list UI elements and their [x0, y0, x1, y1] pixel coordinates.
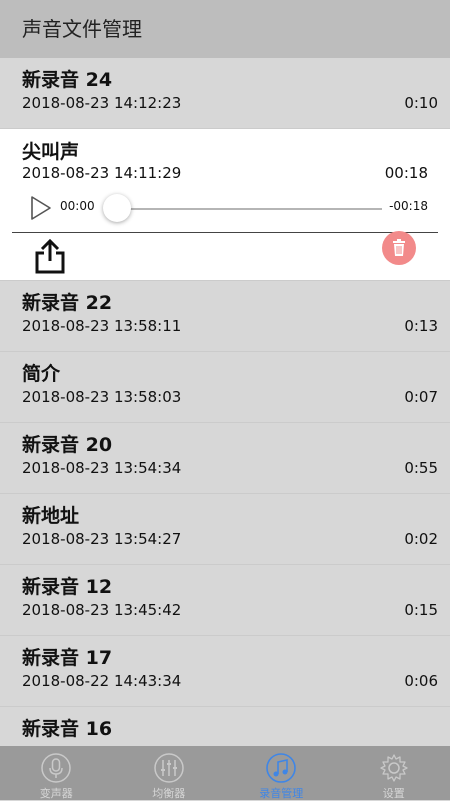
recording-duration: 0:15 [404, 601, 438, 619]
recording-name: 尖叫声 [22, 137, 79, 164]
list-item[interactable]: 简介 2018-08-23 13:58:03 0:07 [0, 352, 450, 423]
divider [12, 232, 438, 233]
microphone-icon [40, 752, 72, 784]
gear-icon [378, 752, 410, 784]
tab-label: 录音管理 [225, 785, 338, 801]
current-time: 00:00 [60, 199, 95, 213]
list-item[interactable]: 新录音 24 2018-08-23 14:12:23 0:10 [0, 58, 450, 129]
recording-date: 2018-08-23 14:11:29 [22, 164, 181, 182]
page-title: 声音文件管理 [0, 0, 450, 58]
list-item[interactable]: 新录音 12 2018-08-23 13:45:42 0:15 [0, 565, 450, 636]
share-icon[interactable] [33, 239, 67, 275]
recording-duration: 0:55 [404, 459, 438, 477]
recording-date: 2018-08-23 13:54:34 [22, 459, 181, 477]
delete-button[interactable] [382, 231, 416, 265]
equalizer-icon [153, 752, 185, 784]
remaining-time: -00:18 [389, 199, 428, 213]
recording-name: 新录音 24 [22, 65, 112, 92]
recording-name: 简介 [22, 359, 60, 386]
recording-name: 新录音 22 [22, 288, 112, 315]
recording-name: 新录音 20 [22, 430, 112, 457]
recording-date: 2018-08-23 13:45:42 [22, 601, 181, 619]
progress-track[interactable] [118, 208, 382, 210]
tab-settings[interactable]: 设置 [338, 746, 450, 800]
tab-bar: 变声器 均衡器 录音管理 设置 [0, 746, 450, 800]
tab-label: 变声器 [0, 785, 113, 801]
list-item[interactable]: 新录音 20 2018-08-23 13:54:34 0:55 [0, 423, 450, 494]
recording-date: 2018-08-23 13:58:03 [22, 388, 181, 406]
recording-name: 新地址 [22, 501, 79, 528]
recording-name: 新录音 16 [22, 714, 112, 741]
recording-date: 2018-08-23 14:12:23 [22, 94, 181, 112]
recording-date: 2018-08-23 13:54:27 [22, 530, 181, 548]
recording-duration: 0:13 [404, 317, 438, 335]
tab-equalizer[interactable]: 均衡器 [113, 746, 226, 800]
recording-date: 2018-08-22 14:43:34 [22, 672, 181, 690]
list-item[interactable]: 新录音 22 2018-08-23 13:58:11 0:13 [0, 281, 450, 352]
recording-duration: 0:07 [404, 388, 438, 406]
list-item[interactable]: 新地址 2018-08-23 13:54:27 0:02 [0, 494, 450, 565]
recording-list: 新录音 24 2018-08-23 14:12:23 0:10 尖叫声 2018… [0, 58, 450, 778]
recording-duration: 0:06 [404, 672, 438, 690]
recording-duration: 0:02 [404, 530, 438, 548]
music-note-icon [265, 752, 297, 784]
recording-duration: 0:10 [404, 94, 438, 112]
trash-icon [382, 231, 416, 265]
audio-player: 00:00 -00:18 [0, 189, 450, 231]
tab-label: 均衡器 [113, 785, 226, 801]
recording-name: 新录音 17 [22, 643, 112, 670]
recording-name: 新录音 12 [22, 572, 112, 599]
progress-slider-thumb[interactable] [103, 194, 131, 222]
play-icon[interactable] [30, 195, 52, 221]
tab-label: 设置 [338, 785, 450, 801]
recording-duration: 00:18 [385, 164, 428, 182]
recording-date: 2018-08-23 13:58:11 [22, 317, 181, 335]
list-item[interactable]: 新录音 17 2018-08-22 14:43:34 0:06 [0, 636, 450, 707]
tab-recordings[interactable]: 录音管理 [225, 746, 338, 800]
tab-voice-changer[interactable]: 变声器 [0, 746, 113, 800]
